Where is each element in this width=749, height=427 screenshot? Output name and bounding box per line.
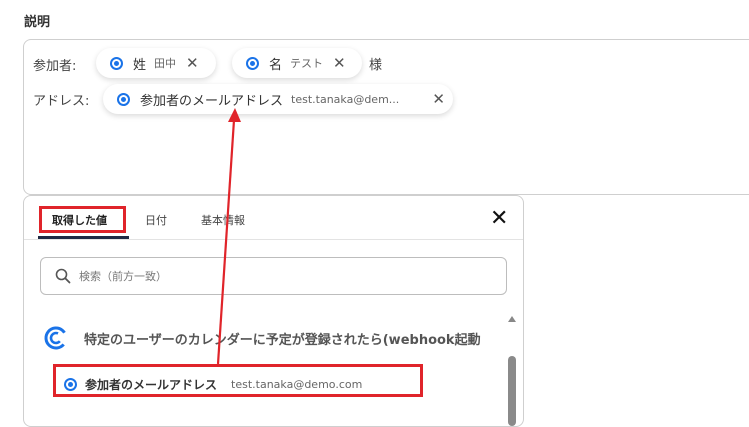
tab-date[interactable]: 日付 xyxy=(145,212,167,228)
chip-value: test.tanaka@dem... xyxy=(291,92,400,106)
chip-name: 参加者のメールアドレス xyxy=(140,93,284,109)
chip-email[interactable]: 参加者のメールアドレス test.tanaka@dem... ✕ xyxy=(103,84,453,114)
trigger-app-icon xyxy=(44,326,68,350)
radio-dot-icon xyxy=(246,56,259,70)
tab-divider xyxy=(24,239,523,240)
item-value: test.tanaka@demo.com xyxy=(231,377,363,391)
trigger-group-row[interactable]: 特定のユーザーのカレンダーに予定が登録されたら(webhook起動 xyxy=(44,326,481,350)
suffix-text: 様 xyxy=(369,58,383,73)
search-icon xyxy=(55,268,71,284)
scroll-up-arrow-icon[interactable] xyxy=(508,316,516,322)
item-name: 参加者のメールアドレス xyxy=(85,377,218,392)
tab-acquired-values[interactable]: 取得した値 xyxy=(52,212,107,228)
search-field[interactable] xyxy=(40,257,507,295)
chip-name: 姓 xyxy=(133,57,147,73)
close-icon[interactable]: ✕ xyxy=(432,91,445,107)
chip-name: 名 xyxy=(269,57,283,73)
tab-basic-info[interactable]: 基本情報 xyxy=(201,212,245,228)
participant-label: 参加者: xyxy=(33,59,77,74)
value-picker-panel: 取得した値 日付 基本情報 ✕ 特定のユーザーのカレンダーに予定が登録されたら(… xyxy=(23,195,524,427)
close-icon[interactable]: ✕ xyxy=(490,206,508,231)
close-icon[interactable]: ✕ xyxy=(186,55,199,71)
chip-value: テスト xyxy=(290,57,324,70)
radio-dot-icon xyxy=(64,377,77,391)
scrollbar-thumb[interactable] xyxy=(508,356,516,426)
chip-last-name[interactable]: 姓 田中 ✕ xyxy=(96,48,216,78)
search-input[interactable] xyxy=(77,268,461,284)
chip-value: 田中 xyxy=(154,57,177,70)
radio-dot-icon xyxy=(117,92,130,106)
chip-first-name[interactable]: 名 テスト ✕ xyxy=(232,48,362,78)
trigger-group-label: 特定のユーザーのカレンダーに予定が登録されたら(webhook起動 xyxy=(84,332,481,348)
list-item-attendee-email[interactable]: 参加者のメールアドレス test.tanaka@demo.com xyxy=(58,371,424,397)
address-label: アドレス: xyxy=(33,94,90,109)
section-title: 説明 xyxy=(24,15,51,30)
close-icon[interactable]: ✕ xyxy=(333,55,346,71)
radio-dot-icon xyxy=(110,56,123,70)
